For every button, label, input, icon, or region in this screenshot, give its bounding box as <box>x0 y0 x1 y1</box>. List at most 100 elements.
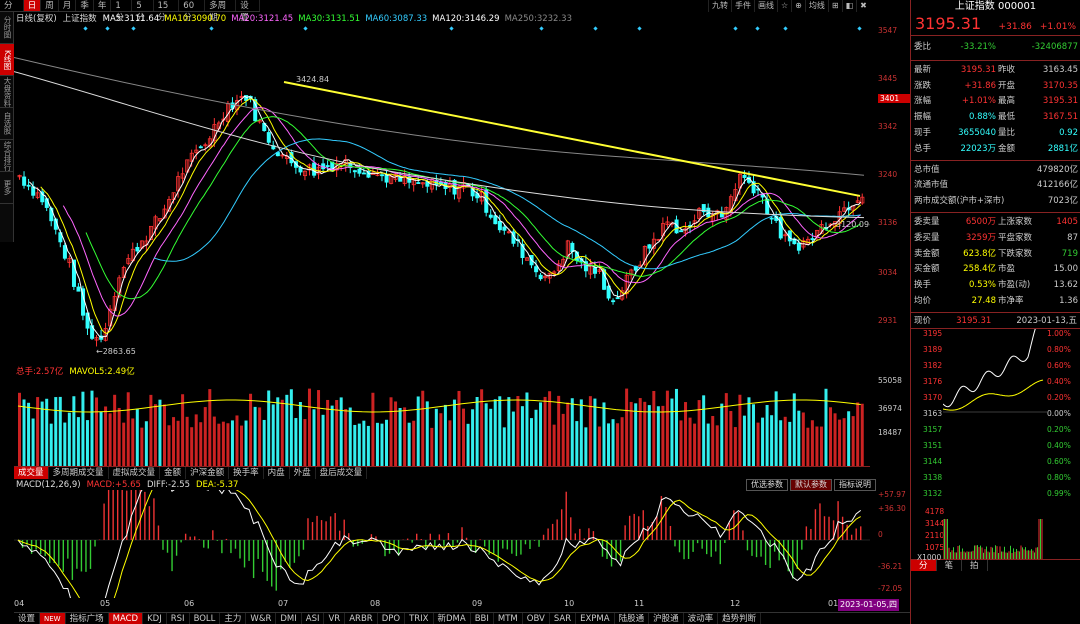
macd-tick: -72.05 <box>878 584 903 593</box>
indicator-tab-22[interactable]: 沪股通 <box>649 613 684 624</box>
ma-label: MA120: <box>432 14 465 24</box>
period-tab-3[interactable]: 月 <box>59 0 77 11</box>
indicator-tab-6[interactable]: BOLL <box>190 613 221 624</box>
ma-value: 3146.29 <box>464 14 500 24</box>
indicator-tab-19[interactable]: SAR <box>550 613 577 624</box>
tool-button-7[interactable]: ◧ <box>841 0 857 12</box>
tool-button-0[interactable]: 九转 <box>708 0 731 12</box>
period-tab-0[interactable]: 分时 <box>0 0 24 23</box>
tool-button-8[interactable]: ✖ <box>856 0 870 12</box>
volume-bar <box>72 396 76 466</box>
volume-bar <box>162 404 166 466</box>
intraday-vol-tick: 1075 <box>925 542 945 552</box>
volume-tab-1[interactable]: 多周期成交量 <box>49 467 109 479</box>
detail-tab-2[interactable]: 拍 <box>962 559 988 571</box>
indicator-tab-10[interactable]: ASI <box>302 613 325 624</box>
volume-tab-3[interactable]: 金额 <box>160 467 187 479</box>
volume-bar <box>135 408 139 466</box>
volume-chart[interactable] <box>14 376 870 466</box>
quote-value: -33.21% <box>960 42 996 52</box>
kline-chart[interactable]: 3424.84 ←2863.65 3120.09-3 <box>14 24 870 364</box>
indicator-tab-8[interactable]: W&R <box>246 613 277 624</box>
dea-value: -5.37 <box>216 480 239 490</box>
candle-body <box>796 242 801 251</box>
volume-bar <box>670 398 674 466</box>
vertical-tab-4[interactable]: 综合排行 <box>0 140 14 172</box>
tool-button-5[interactable]: 均线 <box>804 0 828 12</box>
candle-body <box>534 266 539 273</box>
indicator-tab-11[interactable]: VR <box>324 613 346 624</box>
indicator-tab-21[interactable]: 陆股通 <box>615 613 650 624</box>
volume-bar <box>425 401 429 466</box>
indicator-tab-9[interactable]: DMI <box>276 613 302 624</box>
volume-tab-7[interactable]: 外盘 <box>290 467 316 479</box>
volume-tab-2[interactable]: 虚拟成交量 <box>109 467 161 479</box>
market-value: 412166亿 <box>1037 180 1078 191</box>
indicator-tab-24[interactable]: 趋势判断 <box>718 613 762 624</box>
period-tab-10[interactable]: 多周期 <box>205 0 237 23</box>
current-annotation: 3120.09-3 <box>836 220 870 229</box>
volume-tab-0[interactable]: 成交量 <box>14 467 49 479</box>
period-tab-7[interactable]: 5分 <box>132 0 154 23</box>
period-tab-1[interactable]: 日 <box>23 0 42 11</box>
period-tab-8[interactable]: 15分 <box>154 0 180 23</box>
indicator-tab-13[interactable]: DPO <box>378 613 406 624</box>
signal-diamond <box>783 26 788 31</box>
indicator-tab-16[interactable]: BBI <box>471 613 494 624</box>
vertical-tab-5[interactable]: 更多 <box>0 172 14 204</box>
tool-button-2[interactable]: 画线 <box>754 0 777 12</box>
indicator-tab-2[interactable]: 指标广场 <box>66 613 109 624</box>
indicator-tab-18[interactable]: OBV <box>523 613 550 624</box>
vertical-tab-0[interactable]: 分时图 <box>0 12 14 44</box>
indicator-tab-0[interactable]: 设置 <box>14 613 41 624</box>
quote-key: 总手 <box>914 143 932 154</box>
tool-button-1[interactable]: 手件 <box>731 0 754 12</box>
indicator-tab-15[interactable]: 新DMA <box>434 613 471 624</box>
intraday-pct-tick: 0.60% <box>1047 360 1071 370</box>
tool-button-3[interactable]: ☆ <box>777 0 791 12</box>
macd-tick: -36.21 <box>878 562 903 571</box>
indicator-tab-1[interactable]: NEW <box>40 613 66 624</box>
intraday-chart[interactable] <box>943 328 1047 559</box>
period-tab-5[interactable]: 年 <box>94 0 112 11</box>
volume-bar <box>742 415 746 466</box>
indicator-tab-17[interactable]: MTM <box>494 613 523 624</box>
vertical-tab-2[interactable]: 大盘资料 <box>0 76 14 108</box>
indicator-tab-3[interactable]: MACD <box>108 613 144 624</box>
quote-value: 0.53% <box>968 280 996 291</box>
indicator-tab-14[interactable]: TRIX <box>405 613 434 624</box>
period-tab-9[interactable]: 60分 <box>179 0 206 23</box>
vertical-tab-3[interactable]: 自选股 <box>0 108 14 140</box>
tool-button-6[interactable]: ⊞ <box>827 0 842 12</box>
period-tab-4[interactable]: 季 <box>76 0 94 11</box>
volume-tab-4[interactable]: 沪深金额 <box>186 467 230 479</box>
macd-chart[interactable] <box>14 490 870 598</box>
vertical-tab-1[interactable]: K线图 <box>0 44 14 76</box>
quote-key: 开盘 <box>998 80 1016 91</box>
tool-button-4[interactable]: ⊕ <box>791 0 805 12</box>
quote-value: +1.01% <box>961 96 996 107</box>
indicator-tab-4[interactable]: KDJ <box>143 613 167 624</box>
indicator-tab-23[interactable]: 波动率 <box>684 613 719 624</box>
quote-row: 涨幅 +1.01% 最高 3195.31 <box>911 94 1080 110</box>
volume-bar <box>348 407 352 466</box>
trade-stats: 委卖量 6500万 上涨家数 1405 委买量 3259万 平盘家数 87 卖金额 623.8亿下… <box>911 213 1080 313</box>
volume-tab-6[interactable]: 内盘 <box>264 467 290 479</box>
period-tab-6[interactable]: 1分 <box>111 0 133 23</box>
quote-value: 3195.31 <box>960 64 996 75</box>
indicator-tab-20[interactable]: EXPMA <box>576 613 615 624</box>
indicator-tab-7[interactable]: 主力 <box>220 613 247 624</box>
volume-tab-8[interactable]: 盘后成交量 <box>316 467 368 479</box>
volume-bar <box>18 392 21 466</box>
period-tab-2[interactable]: 周 <box>41 0 59 11</box>
period-tab-11[interactable]: 设置 <box>236 0 260 23</box>
quote-value: 258.4亿 <box>963 264 996 275</box>
indicator-tab-12[interactable]: ARBR <box>345 613 378 624</box>
volume-bar <box>856 402 860 466</box>
indicator-tab-5[interactable]: RSI <box>167 613 190 624</box>
signal-diamond <box>83 26 88 31</box>
intraday-chart-area[interactable]: 3195 3189 3182 3176 3170 3163 3157 3151 3144 3138… <box>911 328 1080 562</box>
market-value-stats: 总市值 479820亿 流通市值 412166亿 两市成交额(沪市+深市) 7023亿 <box>911 161 1080 213</box>
volume-tab-5[interactable]: 换手率 <box>229 467 264 479</box>
volume-bar <box>847 411 851 466</box>
